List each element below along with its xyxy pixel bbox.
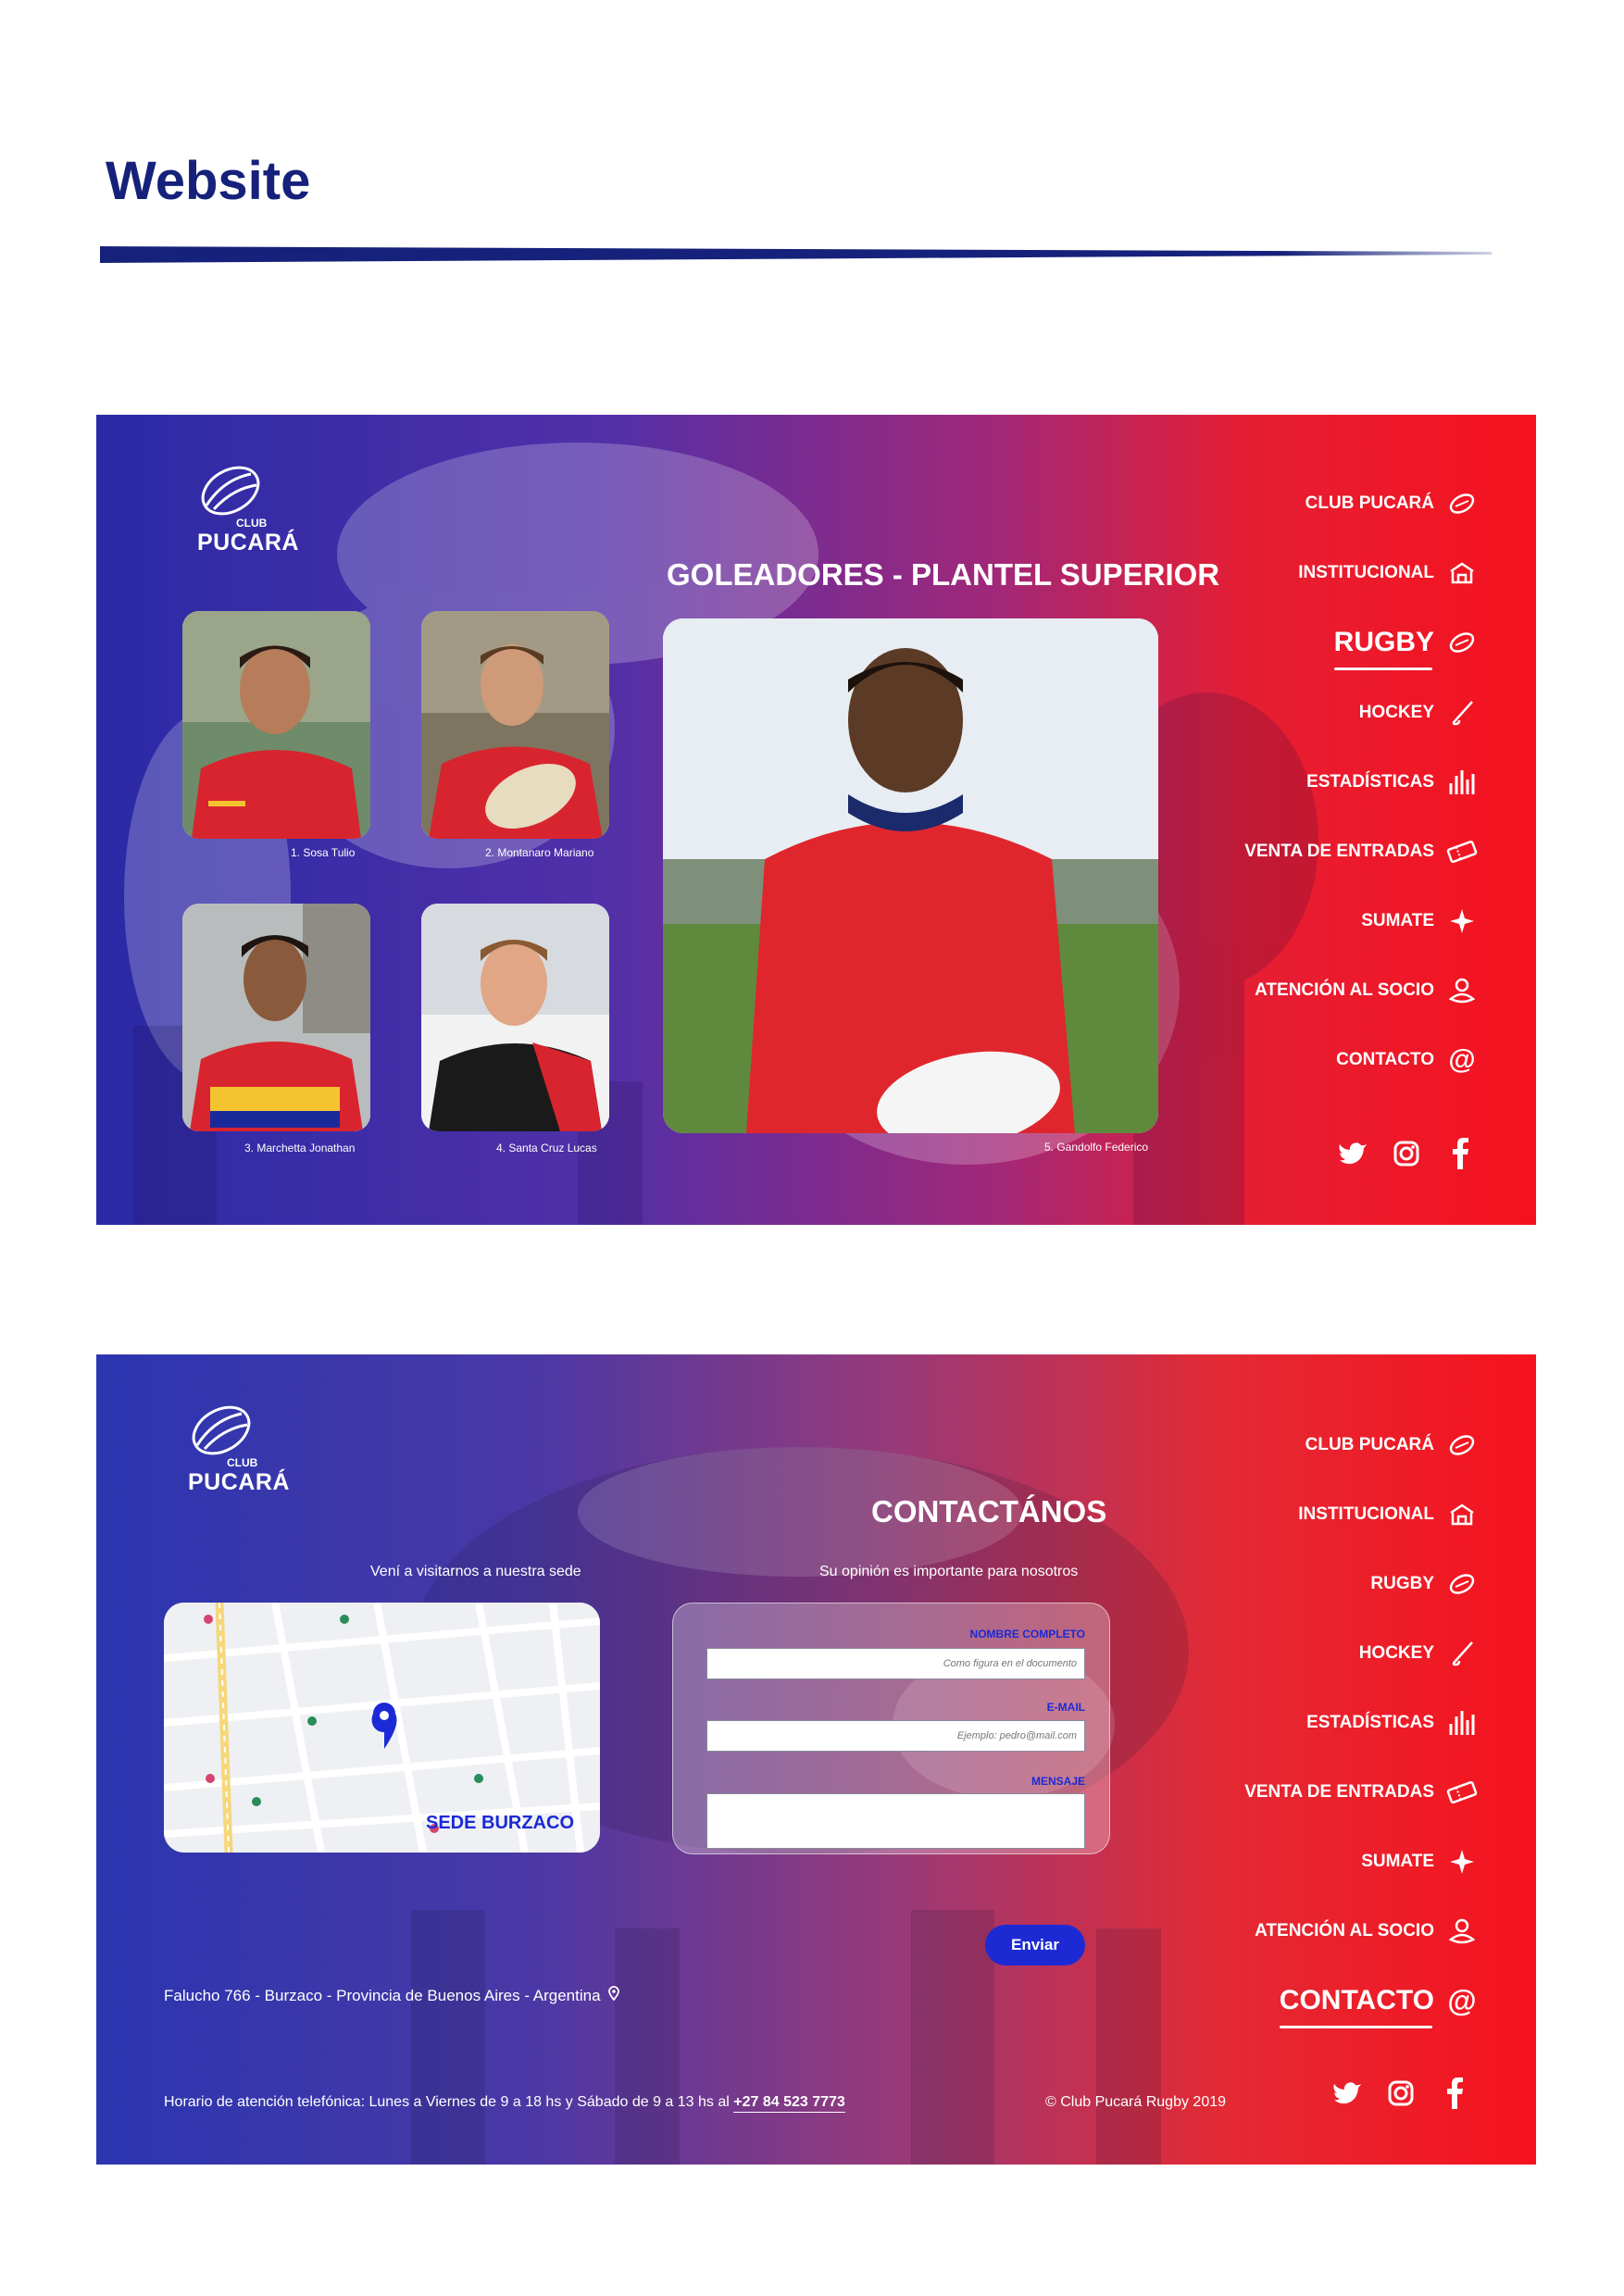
- name-field[interactable]: [706, 1648, 1085, 1679]
- logo-club-name: PUCARÁ: [197, 530, 299, 555]
- nav-item-sumate[interactable]: SUMATE: [1361, 1845, 1479, 1878]
- player-photo: [421, 611, 609, 839]
- location-map[interactable]: SEDE BURZACO: [164, 1603, 600, 1853]
- player-caption: 4. Santa Cruz Lucas: [496, 1142, 597, 1154]
- club-logo[interactable]: CLUB PUCARÁ: [177, 1401, 289, 1512]
- form-intro-text: Su opinión es importante para nosotros: [819, 1564, 1079, 1579]
- twitter-icon[interactable]: [1336, 1137, 1369, 1170]
- contact-page-mockup: CLUB PUCARÁ CONTACTÁNOS Vení a visitarno…: [96, 1354, 1536, 2165]
- ticket-icon: [1445, 1776, 1479, 1809]
- active-underline: [1279, 2026, 1432, 2028]
- nav-item-venta-de-entradas[interactable]: VENTA DE ENTRADAS: [1244, 1776, 1479, 1809]
- hockey-stick-icon: [1445, 696, 1479, 730]
- bar-chart-icon: [1445, 1706, 1479, 1740]
- nav-item-club-pucara[interactable]: CLUB PUCARÁ: [1305, 1429, 1479, 1462]
- email-label: E-MAIL: [1046, 1701, 1085, 1714]
- copyright-text: © Club Pucará Rugby 2019: [1045, 2094, 1227, 2110]
- player-photo: [182, 904, 370, 1131]
- name-label: NOMBRE COMPLETO: [969, 1628, 1085, 1641]
- nav-item-contacto[interactable]: CONTACTO @: [1279, 1983, 1479, 2028]
- message-field[interactable]: [706, 1793, 1085, 1849]
- social-links: [1336, 1137, 1477, 1170]
- player-caption: 1. Sosa Tulio: [291, 846, 356, 859]
- rugby-ball-icon: [1445, 487, 1479, 520]
- facebook-icon[interactable]: [1438, 2077, 1471, 2110]
- nav-item-institucional[interactable]: INSTITUCIONAL: [1298, 1498, 1479, 1531]
- nav-item-institucional[interactable]: INSTITUCIONAL: [1298, 556, 1479, 590]
- nav-item-hockey[interactable]: HOCKEY: [1359, 696, 1479, 730]
- member-support-icon: [1445, 974, 1479, 1007]
- player-card[interactable]: [421, 611, 609, 839]
- send-button[interactable]: Enviar: [985, 1925, 1085, 1965]
- nav-item-contacto[interactable]: CONTACTO @: [1336, 1043, 1479, 1077]
- nav-item-rugby[interactable]: RUGBY: [1333, 626, 1479, 670]
- nav-item-sumate[interactable]: SUMATE: [1361, 905, 1479, 938]
- nav-item-atencion-al-socio[interactable]: ATENCIÓN AL SOCIO: [1255, 1915, 1479, 1948]
- rugby-ball-icon: [1445, 1567, 1479, 1601]
- member-support-icon: [1445, 1915, 1479, 1948]
- hours-text: Horario de atención telefónica: Lunes a …: [164, 2094, 730, 2110]
- nav-item-estadisticas[interactable]: ESTADÍSTICAS: [1306, 1706, 1479, 1740]
- nav-item-atencion-al-socio[interactable]: ATENCIÓN AL SOCIO: [1255, 974, 1479, 1007]
- nav-item-venta-de-entradas[interactable]: VENTA DE ENTRADAS: [1244, 835, 1479, 868]
- map-intro-text: Vení a visitarnos a nuestra sede: [370, 1564, 581, 1579]
- page-title: Website: [106, 151, 311, 211]
- player-photo: [182, 611, 370, 839]
- section-title: GOLEADORES - PLANTEL SUPERIOR: [667, 557, 1220, 593]
- player-card[interactable]: [182, 611, 370, 839]
- phone-link[interactable]: +27 84 523 7773: [733, 2094, 845, 2110]
- phone-hours: Horario de atención telefónica: Lunes a …: [164, 2094, 845, 2111]
- active-underline: [1333, 668, 1432, 670]
- hockey-stick-icon: [1445, 1637, 1479, 1670]
- bar-chart-icon: [1445, 766, 1479, 799]
- instagram-icon[interactable]: [1384, 2077, 1418, 2110]
- sparkle-icon: [1445, 905, 1479, 938]
- rugby-ball-icon: [1445, 1429, 1479, 1462]
- scorers-page-mockup: CLUB PUCARÁ GOLEADORES - PLANTEL SUPERIO…: [96, 415, 1536, 1225]
- player-photo: [663, 618, 1158, 1133]
- facebook-icon[interactable]: [1443, 1137, 1477, 1170]
- main-nav: CLUB PUCARÁ INSTITUCIONAL RUGBY HOCKEY E…: [1173, 1429, 1479, 2077]
- nav-item-hockey[interactable]: HOCKEY: [1359, 1637, 1479, 1670]
- contact-form: NOMBRE COMPLETO E-MAIL MENSAJE Enviar: [672, 1603, 1110, 1854]
- map-location-label: SEDE BURZACO: [425, 1813, 574, 1833]
- nav-item-rugby[interactable]: RUGBY: [1370, 1567, 1479, 1601]
- logo-club-name: PUCARÁ: [188, 1469, 290, 1495]
- player-card[interactable]: [182, 904, 370, 1131]
- nav-item-estadisticas[interactable]: ESTADÍSTICAS: [1306, 766, 1479, 799]
- at-sign-icon: @: [1447, 1983, 1477, 2017]
- title-divider: [100, 246, 1492, 263]
- club-logo[interactable]: CLUB PUCARÁ: [186, 461, 298, 572]
- sparkle-icon: [1445, 1845, 1479, 1878]
- section-title: CONTACTÁNOS: [871, 1494, 1107, 1529]
- featured-player-card[interactable]: [663, 618, 1158, 1133]
- rugby-ball-icon: [1445, 626, 1479, 659]
- twitter-icon[interactable]: [1330, 2077, 1364, 2110]
- ticket-icon: [1445, 835, 1479, 868]
- nav-item-club-pucara[interactable]: CLUB PUCARÁ: [1305, 487, 1479, 520]
- player-caption: 3. Marchetta Jonathan: [244, 1142, 356, 1154]
- instagram-icon[interactable]: [1390, 1137, 1423, 1170]
- address-line: Falucho 766 - Burzaco - Provincia de Bue…: [164, 1986, 601, 2004]
- main-nav: CLUB PUCARÁ INSTITUCIONAL RUGBY HOCKEY E…: [1173, 487, 1479, 1135]
- location-pin-icon: [607, 1986, 619, 2005]
- clubhouse-icon: [1445, 1498, 1479, 1531]
- address-text: Falucho 766 - Burzaco - Provincia de Bue…: [164, 1986, 619, 2005]
- logo-club-text: CLUB: [227, 1456, 258, 1469]
- player-card[interactable]: [421, 904, 609, 1131]
- social-links: [1330, 2077, 1471, 2110]
- clubhouse-icon: [1445, 556, 1479, 590]
- message-label: MENSAJE: [1031, 1775, 1085, 1788]
- player-caption: 2. Montanaro Mariano: [485, 846, 594, 859]
- player-photo: [421, 904, 609, 1131]
- player-caption: 5. Gandolfo Federico: [1044, 1141, 1149, 1154]
- email-field[interactable]: [706, 1720, 1085, 1752]
- logo-club-text: CLUB: [236, 517, 268, 530]
- at-sign-icon: @: [1448, 1044, 1476, 1075]
